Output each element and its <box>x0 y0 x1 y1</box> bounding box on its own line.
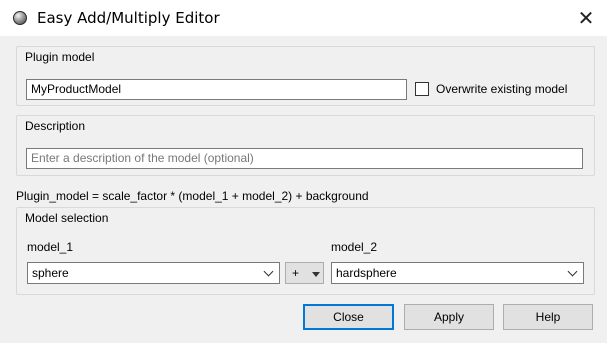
help-button[interactable]: Help <box>503 304 593 330</box>
apply-button[interactable]: Apply <box>404 304 494 330</box>
close-button[interactable]: Close <box>303 304 394 330</box>
operator-select[interactable]: + <box>285 262 324 284</box>
title-bar: Easy Add/Multiply Editor ✕ <box>0 0 607 36</box>
overwrite-label: Overwrite existing model <box>436 82 568 96</box>
formula-text: Plugin_model = scale_factor * (model_1 +… <box>16 189 369 203</box>
model-name-input[interactable]: MyProductModel <box>26 79 407 100</box>
model1-label: model_1 <box>27 240 74 254</box>
model2-label: model_2 <box>331 240 378 254</box>
model1-select[interactable]: sphere <box>27 262 280 284</box>
app-icon <box>13 11 27 25</box>
plugin-model-group-label: Plugin model <box>25 50 95 64</box>
model-selection-group-label: Model selection <box>25 211 109 225</box>
model2-select-value: hardsphere <box>336 266 397 280</box>
model2-select[interactable]: hardsphere <box>331 262 584 284</box>
window-title: Easy Add/Multiply Editor <box>37 9 220 27</box>
description-group-label: Description <box>25 119 86 133</box>
model1-select-value: sphere <box>32 266 69 280</box>
operator-select-value: + <box>292 266 300 280</box>
description-input[interactable]: Enter a description of the model (option… <box>26 148 583 169</box>
triangle-down-icon <box>312 272 320 277</box>
close-icon[interactable]: ✕ <box>572 6 600 30</box>
chevron-down-icon <box>263 266 274 277</box>
chevron-down-icon <box>567 266 578 277</box>
overwrite-checkbox[interactable] <box>415 82 429 96</box>
